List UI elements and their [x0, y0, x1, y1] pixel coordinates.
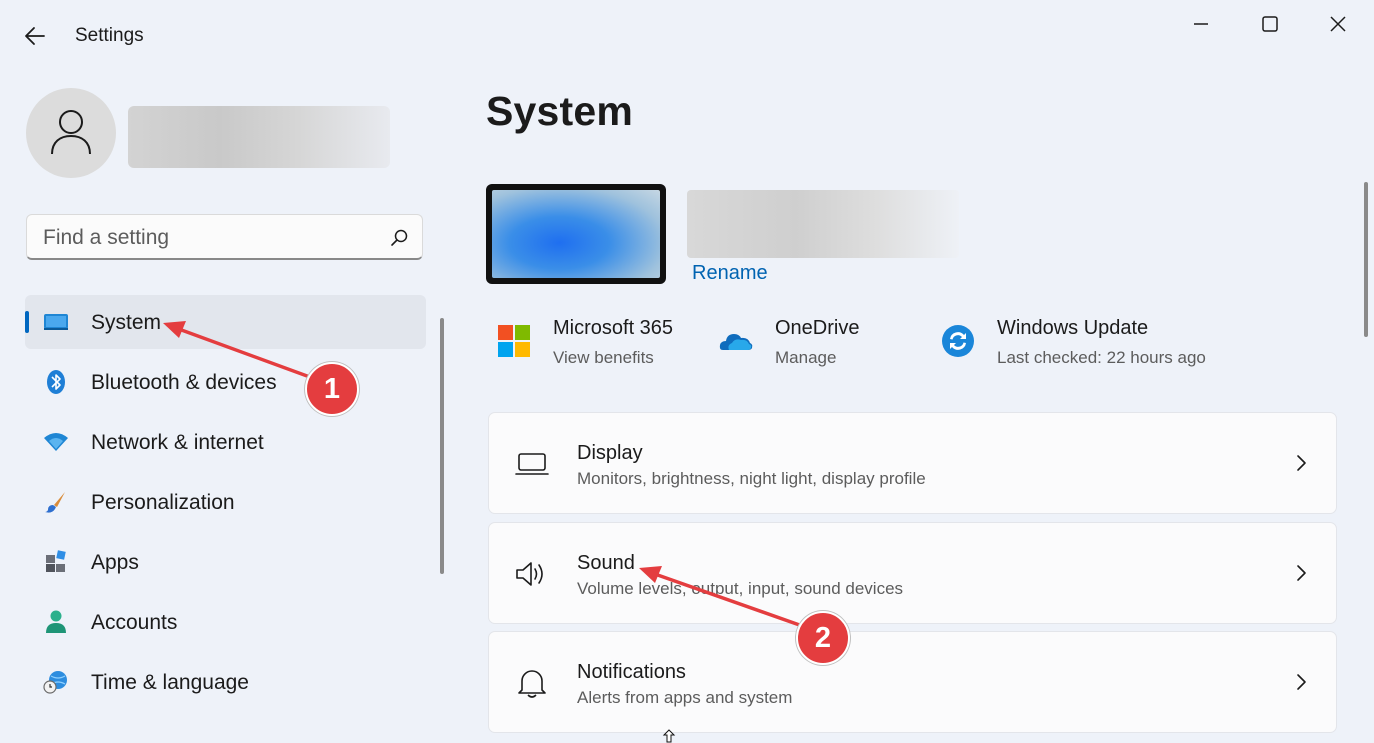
- quick-link-subtitle: View benefits: [553, 348, 654, 367]
- sidebar-item-system[interactable]: System: [25, 295, 426, 349]
- sidebar-item-label: System: [91, 311, 162, 334]
- page-title: System: [486, 88, 634, 134]
- search-icon[interactable]: [389, 228, 409, 248]
- display-settings-card[interactable]: Display Monitors, brightness, night ligh…: [488, 412, 1337, 514]
- sidebar-item-personalization[interactable]: Personalization: [25, 475, 426, 529]
- card-subtitle: Volume levels, output, input, sound devi…: [577, 579, 904, 598]
- sidebar-item-time-language[interactable]: Time & language: [25, 655, 426, 709]
- chevron-right-icon: [1297, 455, 1306, 471]
- close-button[interactable]: [1318, 10, 1358, 38]
- card-title: Notifications: [577, 661, 686, 683]
- quick-link-title: Windows Update: [997, 317, 1149, 339]
- wifi-icon: [44, 433, 68, 451]
- globe-clock-icon: [43, 671, 67, 694]
- quick-link-subtitle: Manage: [775, 348, 837, 367]
- sidebar-item-apps[interactable]: Apps: [25, 535, 426, 589]
- minimize-icon: [1194, 23, 1208, 25]
- sidebar-item-label: Time & language: [91, 671, 249, 694]
- maximize-icon: [1262, 16, 1278, 32]
- sound-settings-card[interactable]: Sound Volume levels, output, input, soun…: [488, 522, 1337, 624]
- resize-cursor-icon: [662, 729, 676, 743]
- search-box[interactable]: [26, 214, 423, 260]
- sidebar-item-label: Network & internet: [91, 431, 264, 454]
- wallpaper-image: [492, 190, 660, 278]
- sidebar-item-accounts[interactable]: Accounts: [25, 595, 426, 649]
- selection-indicator: [25, 311, 29, 333]
- chevron-right-icon: [1297, 565, 1306, 581]
- cloud-icon: [719, 334, 753, 350]
- microsoft-logo-icon: [498, 325, 530, 357]
- chevron-right-icon: [1297, 674, 1306, 690]
- sidebar-item-label: Personalization: [91, 491, 235, 514]
- sidebar-nav: System Bluetooth & devices Network & int…: [25, 295, 426, 715]
- person-icon: [46, 610, 66, 633]
- sync-icon: [942, 325, 974, 357]
- device-wallpaper-thumbnail: [486, 184, 666, 284]
- speaker-icon: [516, 562, 543, 586]
- brush-icon: [45, 492, 65, 513]
- sidebar-scrollbar[interactable]: [440, 318, 444, 574]
- profile-name-redacted: [128, 106, 390, 168]
- onedrive-link[interactable]: OneDrive Manage: [719, 314, 919, 374]
- close-icon: [1330, 16, 1346, 32]
- sidebar-item-label: Apps: [91, 551, 139, 574]
- avatar[interactable]: [26, 88, 116, 178]
- laptop-icon: [515, 453, 549, 475]
- settings-window: Settings Find a setting System Bluetooth…: [0, 0, 1374, 743]
- windows-update-link[interactable]: Windows Update Last checked: 22 hours ag…: [941, 314, 1241, 374]
- back-arrow-icon: [25, 27, 45, 45]
- card-title: Display: [577, 442, 643, 464]
- card-title: Sound: [577, 552, 635, 574]
- apps-icon: [46, 550, 66, 572]
- notifications-settings-card[interactable]: Notifications Alerts from apps and syste…: [488, 631, 1337, 733]
- annotation-badge-1: 1: [305, 362, 359, 416]
- back-button[interactable]: [20, 22, 52, 50]
- microsoft-365-link[interactable]: Microsoft 365 View benefits: [497, 314, 697, 374]
- app-title: Settings: [75, 25, 144, 46]
- sidebar-item-network[interactable]: Network & internet: [25, 415, 426, 469]
- minimize-button[interactable]: [1181, 10, 1221, 38]
- sidebar-item-label: Accounts: [91, 611, 178, 634]
- card-subtitle: Alerts from apps and system: [577, 688, 793, 707]
- sidebar-item-label: Bluetooth & devices: [91, 371, 277, 394]
- title-bar: Settings: [0, 0, 1374, 72]
- bluetooth-icon: [47, 370, 65, 394]
- system-icon: [44, 314, 68, 330]
- card-subtitle: Monitors, brightness, night light, displ…: [577, 469, 926, 488]
- main-scrollbar[interactable]: [1364, 182, 1368, 337]
- device-name-redacted: [687, 190, 959, 258]
- quick-link-subtitle: Last checked: 22 hours ago: [997, 348, 1206, 367]
- bell-icon: [518, 670, 546, 698]
- quick-link-title: OneDrive: [775, 317, 860, 339]
- maximize-button[interactable]: [1250, 10, 1290, 38]
- person-icon: [51, 110, 91, 155]
- rename-link[interactable]: Rename: [692, 262, 768, 285]
- search-input[interactable]: [41, 224, 375, 252]
- sidebar-item-bluetooth[interactable]: Bluetooth & devices: [25, 355, 426, 409]
- quick-link-title: Microsoft 365: [553, 317, 674, 339]
- annotation-badge-2: 2: [796, 611, 850, 665]
